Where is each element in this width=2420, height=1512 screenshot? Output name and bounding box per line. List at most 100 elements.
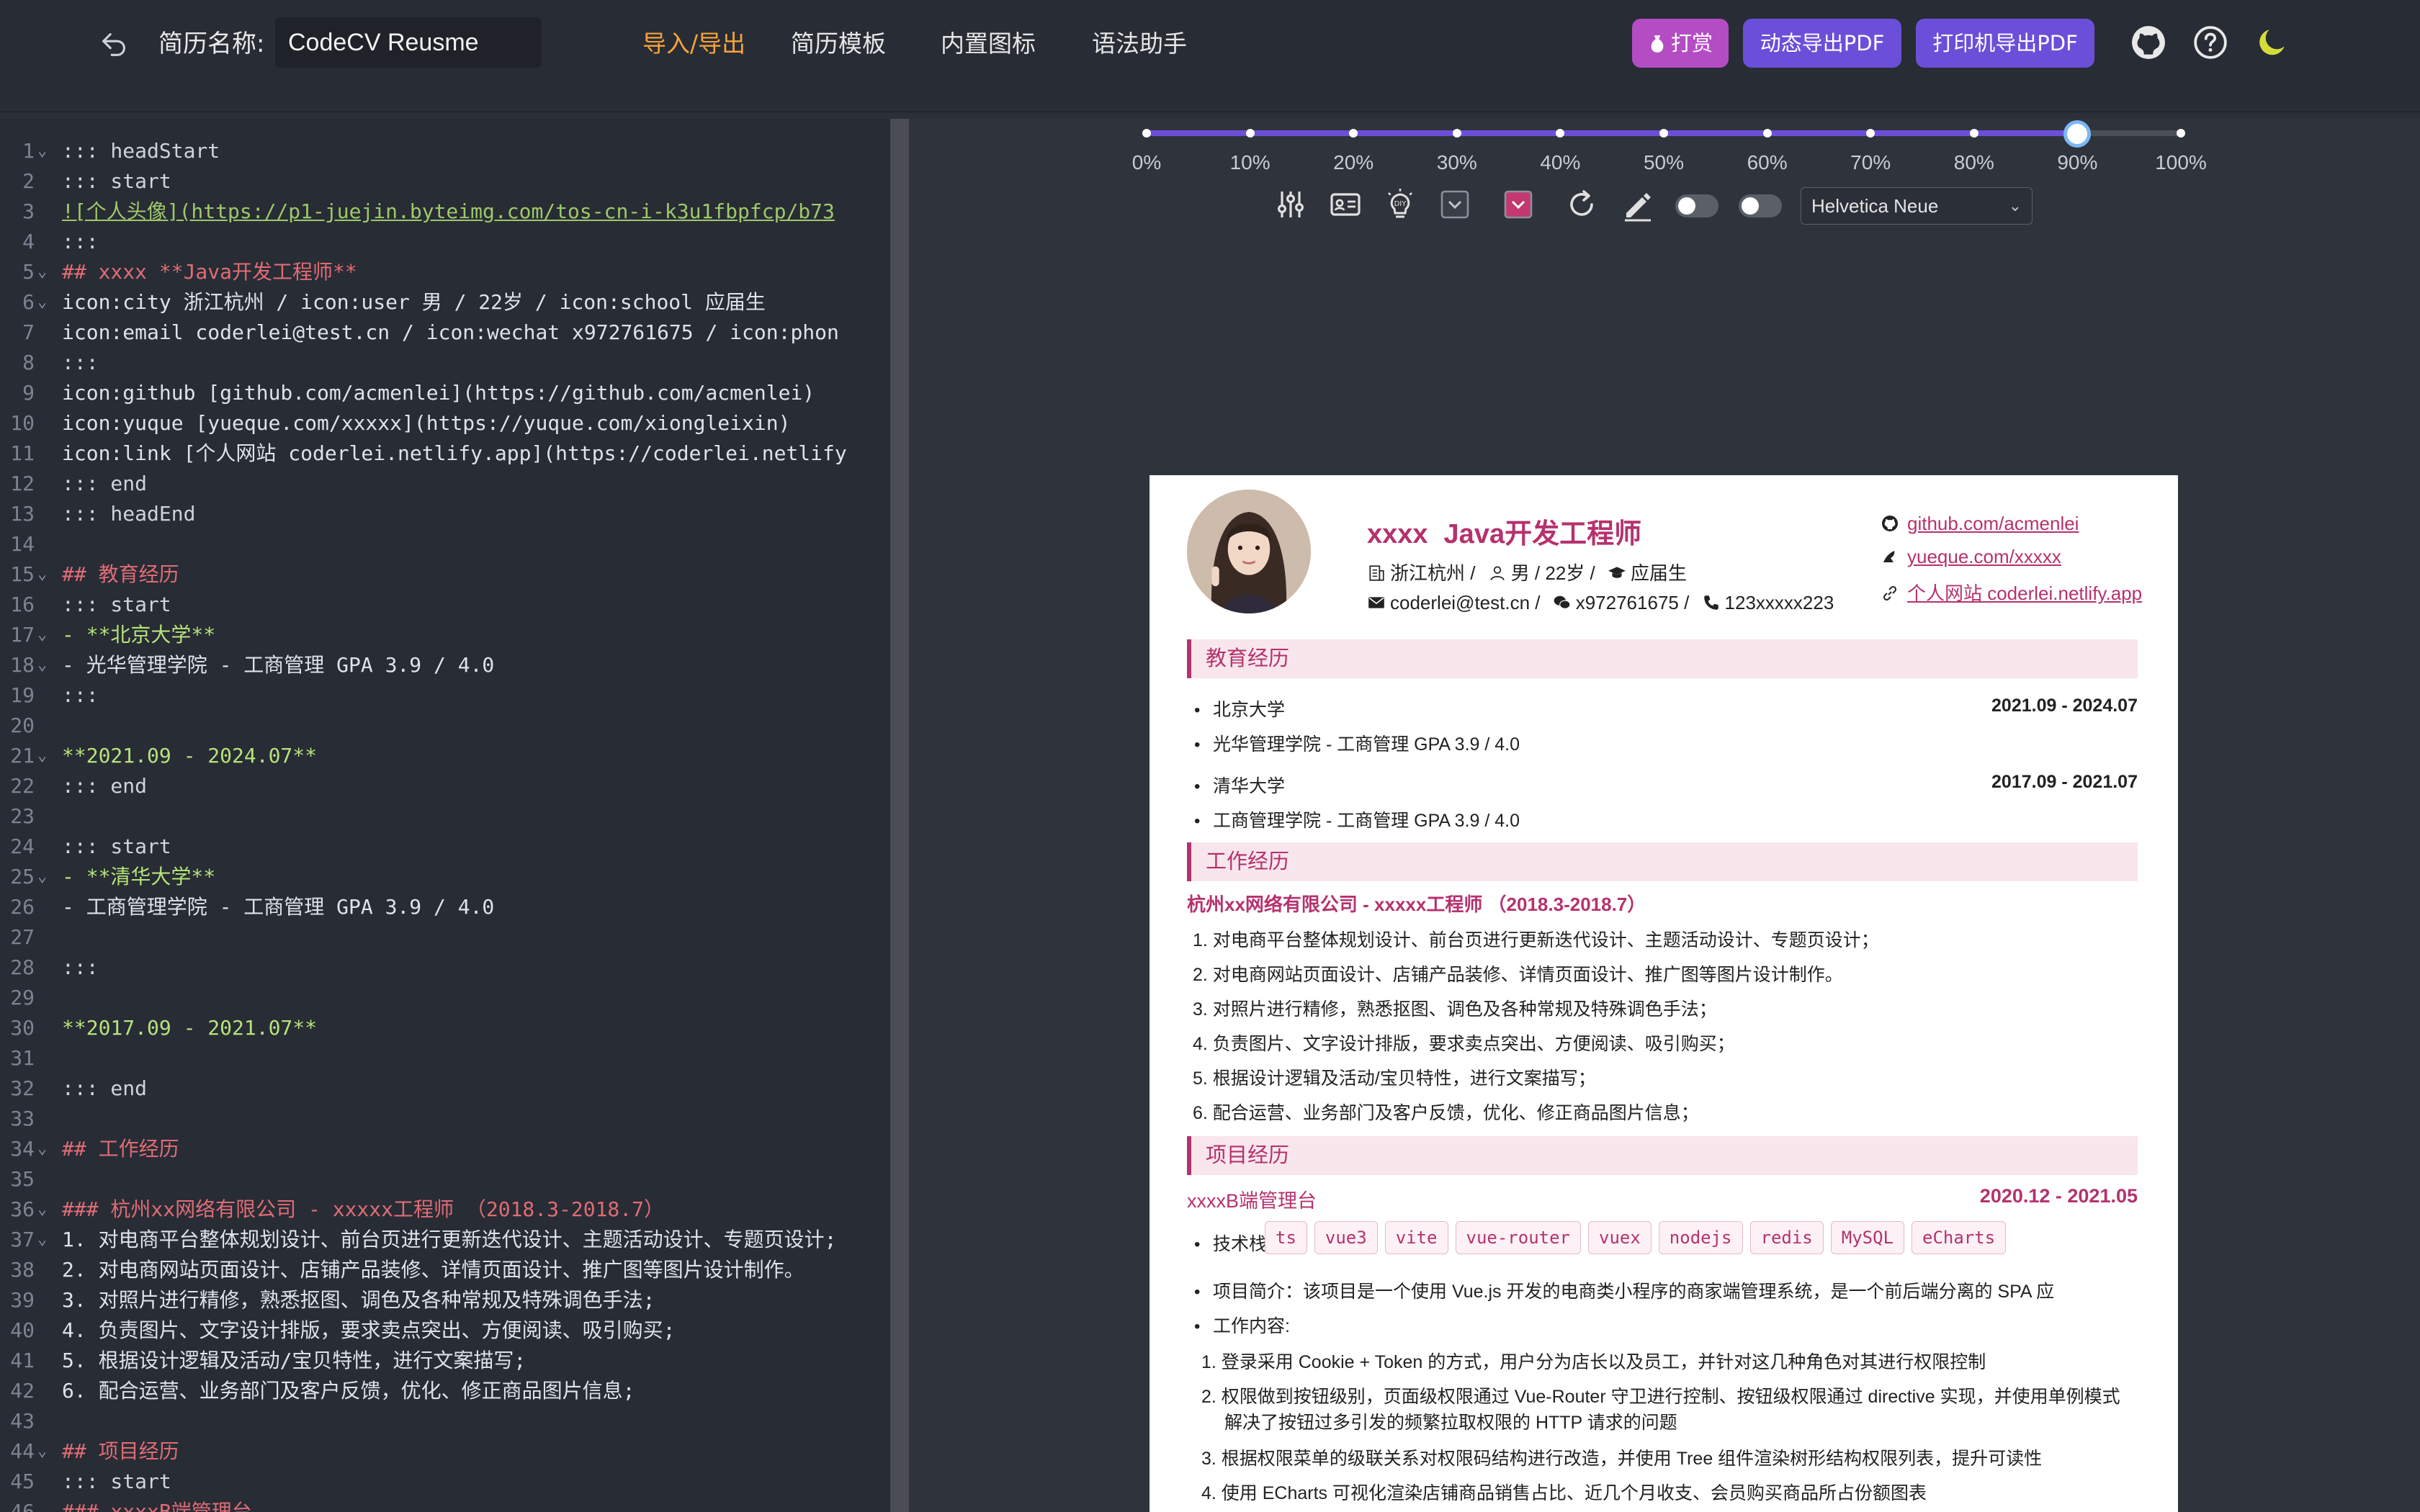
theme-color-dark-icon[interactable] — [1438, 187, 1472, 222]
nav-builtin-icons[interactable]: 内置图标 — [941, 27, 1036, 60]
yuque-link[interactable]: yueque.com/xxxxx — [1881, 546, 2061, 568]
editor-line[interactable]: 22::: end — [0, 771, 890, 801]
editor-line[interactable]: 11 icon:link [个人网站 coderlei.netlify.app](… — [0, 438, 890, 469]
toggle-switch-2[interactable] — [1739, 194, 1782, 217]
reset-refresh-icon[interactable] — [1564, 187, 1599, 222]
fold-chevron-icon[interactable]: ⌄ — [37, 257, 53, 287]
editor-line[interactable]: 39 3. 对照片进行精修，熟悉抠图、调色及各种常规及特殊调色手法; — [0, 1285, 890, 1315]
back-arrow-icon[interactable] — [98, 27, 131, 60]
nav-templates[interactable]: 简历模板 — [791, 27, 886, 60]
editor-line[interactable]: 15 ⌄ ## 教育经历 — [0, 559, 890, 590]
editor-line[interactable]: 8::: — [0, 348, 890, 378]
editor-line[interactable]: 24::: start — [0, 832, 890, 862]
nav-import-export[interactable]: 导入/导出 — [642, 27, 745, 60]
font-family-select[interactable]: Helvetica Neue ⌄ — [1801, 187, 2033, 225]
editor-line[interactable]: 40 4. 负责图片、文字设计排版，要求卖点突出、方便阅读、吸引购买; — [0, 1315, 890, 1346]
help-circle-icon[interactable] — [2192, 24, 2228, 60]
editor-line[interactable]: 28::: — [0, 953, 890, 983]
editor-line[interactable]: 20 — [0, 711, 890, 741]
editor-line[interactable]: 42 6. 配合运营、业务部门及客户反馈，优化、修正商品图片信息; — [0, 1376, 890, 1406]
editor-line[interactable]: 1 ⌄::: headStart — [0, 136, 890, 166]
editor-line[interactable]: 37 ⌄ 1. 对电商平台整体规划设计、前台页进行更新迭代设计、主题活动设计、专题页… — [0, 1225, 890, 1255]
scale-tick-dot[interactable] — [1142, 129, 1151, 138]
website-link[interactable]: 个人网站 coderlei.netlify.app — [1881, 579, 2142, 606]
pane-splitter[interactable] — [890, 119, 909, 1512]
theme-color-pink-icon[interactable] — [1501, 187, 1536, 222]
scale-tick-dot[interactable] — [1969, 129, 1978, 138]
fold-chevron-icon[interactable]: ⌄ — [37, 620, 53, 650]
scale-tick-dot[interactable] — [1659, 129, 1668, 138]
dynamic-export-pdf-button[interactable]: 动态导出PDF — [1743, 19, 1901, 68]
editor-line[interactable]: 33 — [0, 1104, 890, 1134]
editor-line[interactable]: 38 2. 对电商网站页面设计、店铺产品装修、详情页面设计、推广图等图片设计制作。 — [0, 1255, 890, 1285]
editor-line[interactable]: 12::: end — [0, 469, 890, 499]
fold-chevron-icon[interactable]: ⌄ — [37, 1194, 53, 1225]
editor-line[interactable]: 6 ⌄ icon:city 浙江杭州 / icon:user 男 / 22岁 / i… — [0, 287, 890, 318]
github-icon[interactable] — [2130, 24, 2166, 60]
editor-line[interactable]: 35 — [0, 1164, 890, 1194]
fold-chevron-icon[interactable]: ⌄ — [37, 559, 53, 590]
dark-mode-moon-icon[interactable] — [2254, 24, 2290, 60]
editor-line[interactable]: 16::: start — [0, 590, 890, 620]
line-number: 11 — [10, 441, 35, 465]
editor-line[interactable]: 4::: — [0, 227, 890, 257]
editor-line[interactable]: 41 5. 根据设计逻辑及活动/宝贝特性，进行文案描写; — [0, 1346, 890, 1376]
editor-line[interactable]: 44 ⌄ ## 项目经历 — [0, 1436, 890, 1467]
editor-line[interactable]: 36 ⌄ ### 杭州xx网络有限公司 - xxxxx工程师 （2018.3-201… — [0, 1194, 890, 1225]
toggle-switch-1[interactable] — [1675, 194, 1718, 217]
resume-name-input[interactable] — [275, 17, 542, 68]
editor-line[interactable]: 10 icon:yuque [yueque.com/xxxxx](https://… — [0, 408, 890, 438]
fold-chevron-icon[interactable]: ⌄ — [37, 1134, 53, 1164]
diy-lightbulb-icon[interactable]: DIY — [1383, 187, 1417, 222]
scale-tick-dot[interactable] — [2177, 129, 2185, 138]
editor-line[interactable]: 31 — [0, 1043, 890, 1074]
editor-line[interactable]: 45::: start — [0, 1467, 890, 1497]
github-link[interactable]: github.com/acmenlei — [1881, 513, 2079, 535]
fold-chevron-icon[interactable]: ⌄ — [37, 1497, 53, 1512]
editor-line[interactable]: 17 ⌄ - **北京大学** — [0, 620, 890, 650]
phone-text: 123xxxxx223 — [1724, 592, 1834, 613]
work-item-5: 5. 根据设计逻辑及活动/宝贝特性，进行文案描写； — [1193, 1068, 1596, 1089]
id-card-icon[interactable] — [1328, 187, 1363, 222]
adjust-sliders-icon[interactable] — [1273, 187, 1308, 222]
fold-chevron-icon[interactable]: ⌄ — [37, 1225, 53, 1255]
editor-line[interactable]: 26 - 工商管理学院 - 工商管理 GPA 3.9 / 4.0 — [0, 892, 890, 922]
editor-line[interactable]: 14 — [0, 529, 890, 559]
editor-line[interactable]: 34 ⌄ ## 工作经历 — [0, 1134, 890, 1164]
editor-line[interactable]: 5 ⌄ ## xxxx **Java开发工程师** — [0, 257, 890, 287]
editor-line[interactable]: 23 — [0, 801, 890, 832]
scale-tick-dot[interactable] — [1762, 129, 1772, 138]
fold-chevron-icon[interactable]: ⌄ — [37, 1436, 53, 1467]
fold-chevron-icon[interactable]: ⌄ — [37, 287, 53, 318]
editor-line[interactable]: 25 ⌄ - **清华大学** — [0, 862, 890, 892]
fold-chevron-icon[interactable]: ⌄ — [37, 136, 53, 166]
editor-line[interactable]: 13::: headEnd — [0, 499, 890, 529]
editor-line[interactable]: 7 icon:email coderlei@test.cn / icon:wech… — [0, 318, 890, 348]
editor-line[interactable]: 9 icon:github [github.com/acmenlei](https… — [0, 378, 890, 408]
scale-tick-dot[interactable] — [1245, 129, 1255, 138]
fold-chevron-icon[interactable]: ⌄ — [37, 741, 53, 771]
print-export-pdf-button[interactable]: 打印机导出PDF — [1916, 19, 2094, 68]
fold-chevron-icon[interactable]: ⌄ — [37, 862, 53, 892]
fold-chevron-icon[interactable]: ⌄ — [37, 650, 53, 680]
editor-line[interactable]: 43 — [0, 1406, 890, 1436]
resume-basic-info: 浙江杭州 / 男 / 22岁 / 应届生 — [1367, 559, 1687, 585]
markdown-editor[interactable]: 1 ⌄::: headStart 2::: start 3 ![个人头像](https:… — [0, 119, 890, 1512]
work-company: 杭州xx网络有限公司 - xxxxx工程师 （2018.3-2018.7） — [1187, 894, 1646, 915]
editor-line[interactable]: 19::: — [0, 680, 890, 711]
editor-line[interactable]: 29 — [0, 983, 890, 1013]
donate-button[interactable]: 打赏 — [1632, 19, 1729, 68]
nav-syntax-helper[interactable]: 语法助手 — [1092, 27, 1187, 60]
editor-line[interactable]: 46 ⌄ ### xxxxB端管理台 — [0, 1497, 890, 1512]
line-number: 31 — [10, 1046, 35, 1070]
editor-line[interactable]: 27 — [0, 922, 890, 953]
editor-line[interactable]: 18 ⌄ - 光华管理学院 - 工商管理 GPA 3.9 / 4.0 — [0, 650, 890, 680]
code-text: 3. 对照片进行精修，熟悉抠图、调色及各种常规及特殊调色手法; — [62, 1288, 655, 1312]
editor-line[interactable]: 3 ![个人头像](https://p1-juejin.byteimg.com/t… — [0, 197, 890, 227]
editor-line[interactable]: 30 **2017.09 - 2021.07** — [0, 1013, 890, 1043]
pen-edit-icon[interactable] — [1621, 187, 1655, 222]
scale-tick-dot[interactable] — [1452, 129, 1461, 138]
editor-line[interactable]: 32::: end — [0, 1074, 890, 1104]
editor-line[interactable]: 21 ⌄ **2021.09 - 2024.07** — [0, 741, 890, 771]
editor-line[interactable]: 2::: start — [0, 166, 890, 197]
